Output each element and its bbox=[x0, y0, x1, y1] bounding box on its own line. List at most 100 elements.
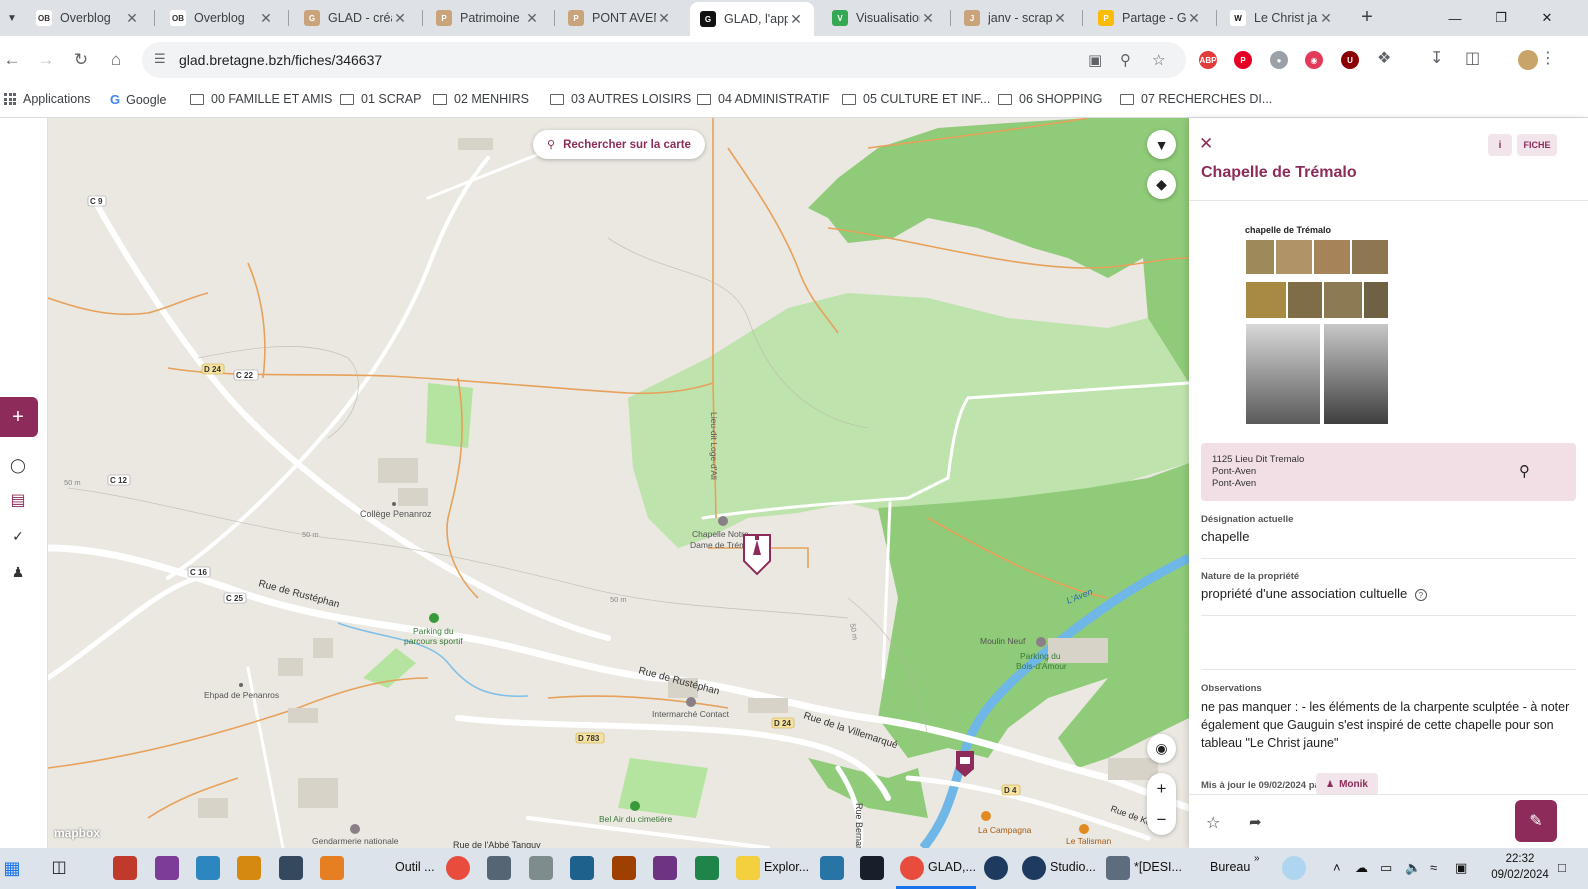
profile-avatar[interactable] bbox=[1518, 50, 1538, 70]
back-button[interactable]: ← bbox=[0, 48, 24, 72]
app-icon-generic[interactable] bbox=[860, 856, 884, 880]
map-icon[interactable]: ▤ bbox=[8, 490, 28, 510]
home-button[interactable]: ⌂ bbox=[104, 48, 128, 72]
user-chip[interactable]: ♟ Monik bbox=[1316, 773, 1378, 795]
fiche-button[interactable]: FICHE bbox=[1517, 134, 1557, 156]
tab-close-icon[interactable]: ✕ bbox=[656, 10, 672, 27]
browser-tab[interactable]: W Le Christ jau ✕ bbox=[1220, 0, 1344, 36]
browser-tab[interactable]: P PONT AVEN ✕ bbox=[558, 0, 682, 36]
selected-chapel-marker-icon[interactable] bbox=[743, 534, 771, 576]
spreadsheet-icon[interactable] bbox=[695, 856, 719, 880]
app-icon-generic[interactable] bbox=[487, 856, 511, 880]
taskbar-bureau-label[interactable]: Bureau bbox=[1210, 860, 1250, 874]
bookmark-item[interactable]: 00 FAMILLE ET AMIS bbox=[190, 92, 332, 106]
network-icon[interactable]: ▣ bbox=[1455, 860, 1467, 876]
bookmark-item[interactable]: 04 ADMINISTRATIF bbox=[697, 92, 830, 106]
tab-close-icon[interactable]: ✕ bbox=[524, 10, 540, 27]
geolocate-icon[interactable]: ◉ bbox=[1147, 734, 1176, 763]
weather-icon[interactable] bbox=[1282, 856, 1306, 880]
chrome-icon[interactable] bbox=[446, 856, 470, 880]
pinterest-extension-icon[interactable]: P bbox=[1234, 51, 1252, 69]
media-icon[interactable] bbox=[237, 856, 261, 880]
photo-thumbnail[interactable] bbox=[1287, 281, 1323, 319]
bookmark-item[interactable]: G Google bbox=[110, 92, 166, 107]
ublock-extension-icon[interactable]: U bbox=[1341, 51, 1359, 69]
tab-close-icon[interactable]: ✕ bbox=[1318, 10, 1334, 27]
chrome-menu-icon[interactable]: ⋮ bbox=[1540, 48, 1556, 68]
layers-icon[interactable]: ◆ bbox=[1147, 170, 1176, 199]
bookmark-item[interactable]: 05 CULTURE ET INF... bbox=[842, 92, 990, 106]
app-icon-generic[interactable] bbox=[155, 856, 179, 880]
filter-icon[interactable]: ▼ bbox=[1147, 130, 1176, 159]
notifications-icon[interactable]: □ bbox=[1558, 860, 1566, 875]
zoom-icon[interactable]: ⚲ bbox=[1120, 51, 1131, 69]
browser-tab[interactable]: G GLAD - créa ✕ bbox=[294, 0, 418, 36]
photo-thumbnail[interactable] bbox=[1351, 239, 1389, 275]
browser-tab[interactable]: OB Overblog ✕ bbox=[160, 0, 284, 36]
account-icon[interactable]: ◯ bbox=[8, 455, 28, 475]
tab-close-icon[interactable]: ✕ bbox=[920, 10, 936, 27]
document-icon[interactable] bbox=[820, 856, 844, 880]
reload-button[interactable]: ↻ bbox=[69, 48, 93, 72]
mapbox-logo[interactable]: mapbox bbox=[54, 826, 100, 840]
taskbar-glad-label[interactable]: GLAD,... bbox=[928, 860, 976, 874]
toolbar-chevron-icon[interactable]: » bbox=[1254, 853, 1260, 864]
map-view[interactable]: Collège Penanroz Chapelle Notre- Dame de… bbox=[48, 118, 1189, 848]
info-button[interactable]: i bbox=[1488, 134, 1512, 156]
tab-close-icon[interactable]: ✕ bbox=[124, 10, 140, 27]
onedrive-icon[interactable]: ☁ bbox=[1355, 860, 1368, 876]
battery-icon[interactable]: ▭ bbox=[1380, 860, 1392, 876]
bookmark-item[interactable]: Applications bbox=[4, 92, 90, 106]
adblock-extension-icon[interactable]: ABP bbox=[1199, 51, 1217, 69]
task-view-icon[interactable]: ◫ bbox=[47, 856, 71, 880]
bookmark-item[interactable]: 07 RECHERCHES DI... bbox=[1120, 92, 1272, 106]
volume-icon[interactable]: 🔈 bbox=[1405, 860, 1421, 876]
photo-thumbnail[interactable] bbox=[1323, 281, 1363, 319]
close-icon[interactable]: ✕ bbox=[1199, 134, 1213, 154]
restore-button[interactable]: ❐ bbox=[1478, 0, 1524, 36]
store-icon[interactable] bbox=[196, 856, 220, 880]
app-icon-generic[interactable] bbox=[1106, 856, 1130, 880]
explorer-folder-icon[interactable] bbox=[736, 856, 760, 880]
share-icon[interactable]: ➦ bbox=[1249, 813, 1262, 831]
app-icon-generic[interactable] bbox=[653, 856, 677, 880]
location-pin-icon[interactable]: ⚲ bbox=[1519, 462, 1530, 480]
chrome-icon[interactable] bbox=[900, 856, 924, 880]
tab-close-icon[interactable]: ✕ bbox=[258, 10, 274, 27]
help-icon[interactable]: ? bbox=[1414, 589, 1427, 601]
favorite-star-icon[interactable]: ☆ bbox=[1206, 813, 1220, 833]
zoom-out-button[interactable]: − bbox=[1147, 804, 1176, 835]
site-info-icon[interactable]: ☰ bbox=[154, 51, 166, 67]
tab-close-icon[interactable]: ✕ bbox=[1186, 10, 1202, 27]
map-search-button[interactable]: ⚲ Rechercher sur la carte bbox=[533, 130, 705, 159]
photo-thumbnail[interactable] bbox=[1363, 281, 1389, 319]
bookmark-star-icon[interactable]: ☆ bbox=[1152, 51, 1165, 69]
photo-collage[interactable]: chapelle de Trémalo bbox=[1245, 223, 1390, 428]
browser-tab[interactable]: Jjanv - scrap ✕ bbox=[954, 0, 1078, 36]
app-icon-generic[interactable] bbox=[320, 856, 344, 880]
minimize-button[interactable]: — bbox=[1432, 0, 1478, 36]
studio-icon[interactable] bbox=[984, 856, 1008, 880]
map-canvas[interactable]: Collège Penanroz Chapelle Notre- Dame de… bbox=[48, 118, 1189, 848]
address-bar[interactable]: ☰ glad.bretagne.bzh/fiches/346637 ▣ ⚲ ☆ bbox=[142, 42, 1186, 78]
browser-tab[interactable]: G GLAD, l'app ✕ bbox=[690, 2, 814, 36]
photo-thumbnail[interactable] bbox=[1313, 239, 1351, 275]
windows-start-icon[interactable]: ▦ bbox=[0, 856, 24, 880]
zoom-in-button[interactable]: + bbox=[1147, 773, 1176, 804]
forward-button[interactable]: → bbox=[34, 48, 58, 72]
extensions-puzzle-icon[interactable]: ❖ bbox=[1377, 48, 1391, 68]
install-app-icon[interactable]: ▣ bbox=[1088, 51, 1102, 69]
drop-extension-icon[interactable]: ● bbox=[1270, 51, 1288, 69]
wifi-icon[interactable]: ≈ bbox=[1430, 860, 1437, 875]
new-tab-button[interactable]: + bbox=[1355, 6, 1379, 30]
app-icon-generic[interactable] bbox=[279, 856, 303, 880]
browser-tab[interactable]: P Patrimoine ✕ bbox=[426, 0, 550, 36]
app-icon-generic[interactable] bbox=[113, 856, 137, 880]
bookmark-item[interactable]: 01 SCRAP bbox=[340, 92, 421, 106]
taskbar-desi-label[interactable]: *[DESI... bbox=[1134, 860, 1182, 874]
clock[interactable]: 22:32 09/02/2024 bbox=[1490, 851, 1550, 883]
edit-pencil-button[interactable]: ✎ bbox=[1515, 800, 1557, 842]
bookmark-item[interactable]: 06 SHOPPING bbox=[998, 92, 1102, 106]
taskbar-outil-label[interactable]: Outil ... bbox=[395, 860, 435, 874]
tray-overflow-icon[interactable]: ˄ bbox=[1333, 860, 1341, 875]
